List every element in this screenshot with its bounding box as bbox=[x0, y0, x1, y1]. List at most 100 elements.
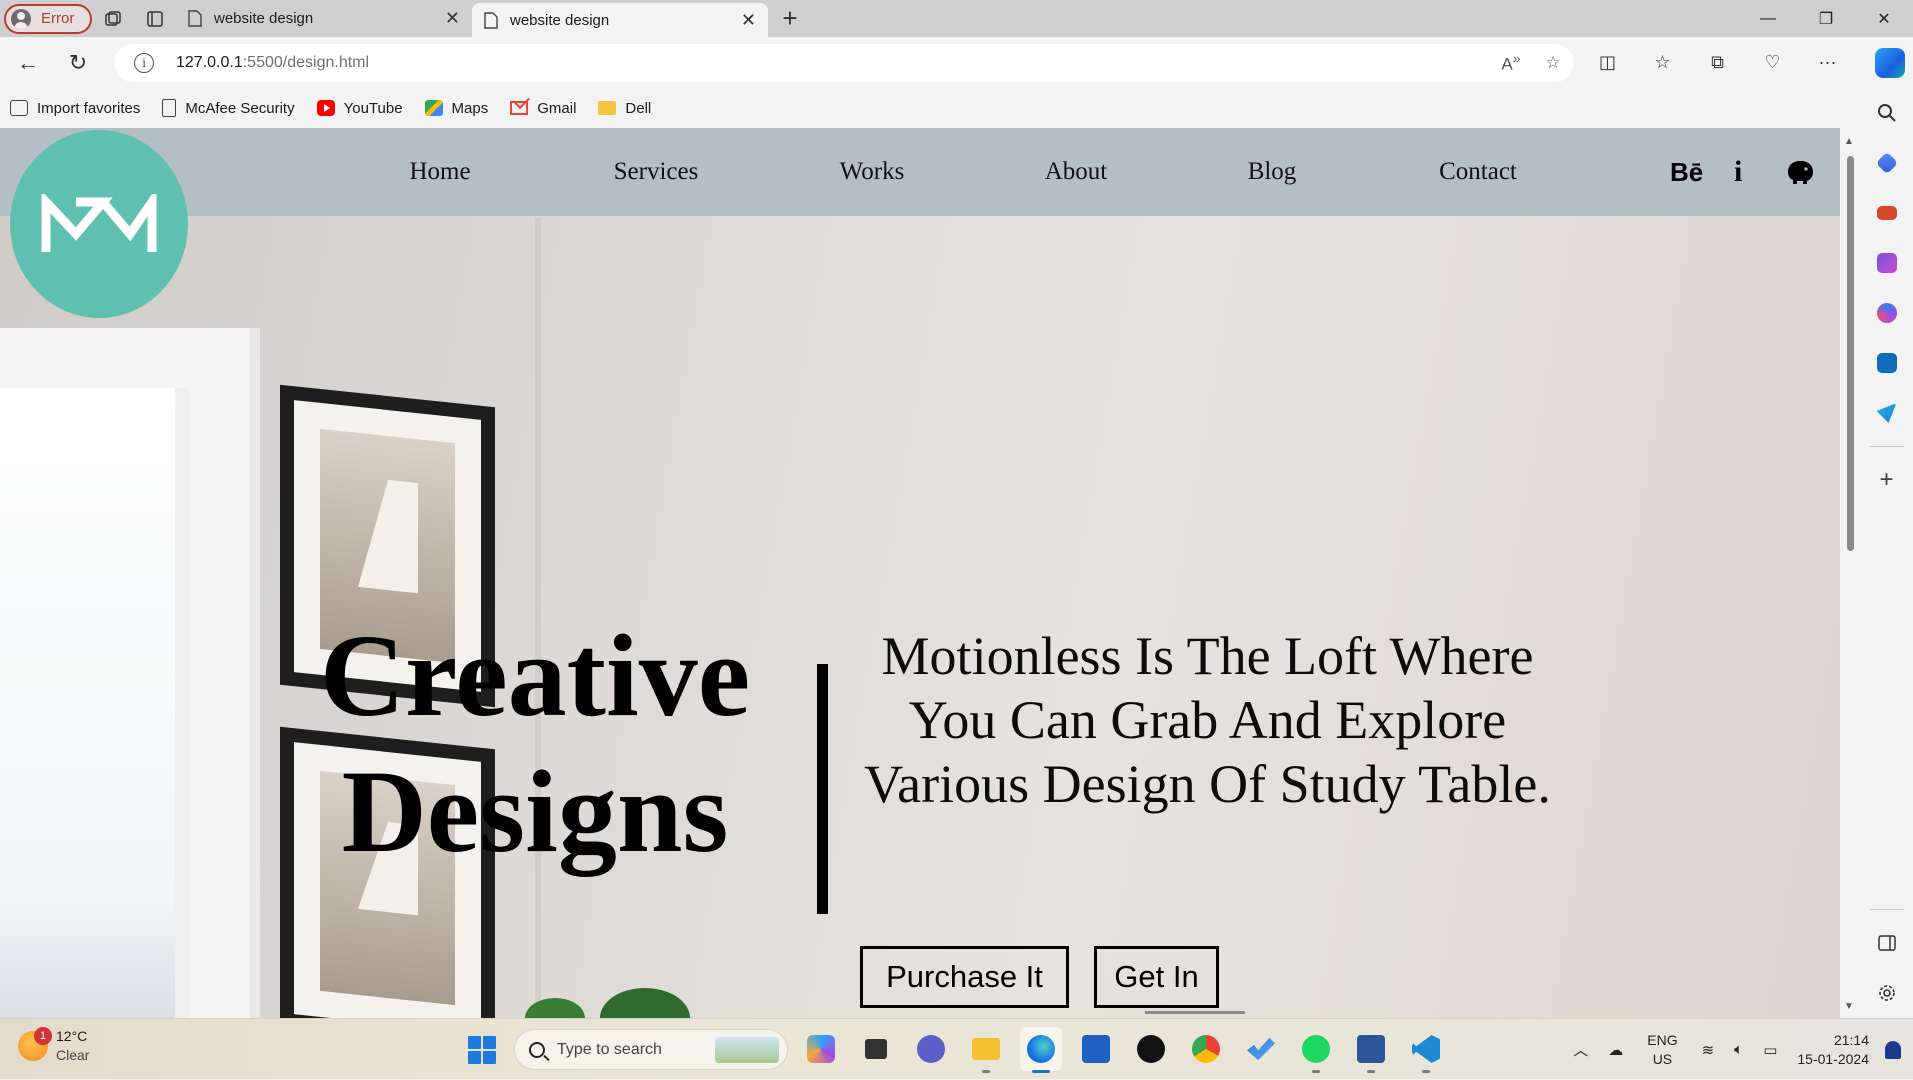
site-logo[interactable] bbox=[10, 130, 188, 318]
maximize-button[interactable]: ❐ bbox=[1797, 0, 1855, 37]
search-icon bbox=[529, 1041, 545, 1058]
page-scrollbar[interactable]: ▲ ▼ bbox=[1840, 128, 1860, 1018]
word-icon[interactable] bbox=[1350, 1027, 1392, 1073]
sidebar-search-icon[interactable] bbox=[1860, 88, 1913, 138]
sidebar-games-icon[interactable] bbox=[1860, 238, 1913, 288]
weather-sun-icon: 1 bbox=[18, 1027, 52, 1061]
task-view-icon[interactable] bbox=[855, 1027, 897, 1071]
maps-icon bbox=[424, 100, 443, 116]
windows-start-icon[interactable] bbox=[468, 1036, 496, 1064]
tab-website-design-1[interactable]: website design ✕ bbox=[176, 0, 472, 37]
battery-icon[interactable]: ▭ bbox=[1753, 1041, 1787, 1059]
taskbar-search[interactable]: Type to search bbox=[514, 1029, 788, 1070]
page-icon bbox=[484, 11, 498, 29]
close-window-button[interactable]: ✕ bbox=[1855, 0, 1913, 37]
scrollbar-thumb[interactable] bbox=[1847, 156, 1854, 551]
nav-services[interactable]: Services bbox=[588, 158, 724, 186]
hide-sidebar-icon[interactable] bbox=[1860, 918, 1913, 968]
behance-icon[interactable]: Bē bbox=[1670, 157, 1703, 188]
site-info-icon[interactable]: i bbox=[134, 52, 154, 73]
scroll-up-icon[interactable]: ▲ bbox=[1844, 136, 1854, 147]
profile-label: Error bbox=[41, 10, 75, 27]
microsoft-store-icon[interactable] bbox=[1075, 1027, 1117, 1071]
sidebar-add-icon[interactable]: + bbox=[1860, 455, 1913, 505]
split-screen-icon[interactable]: ◫ bbox=[1580, 43, 1635, 83]
favorite-star-icon[interactable]: ☆ bbox=[1532, 53, 1574, 73]
favorites-icon[interactable]: ☆ bbox=[1635, 43, 1690, 83]
address-bar[interactable]: i 127.0.0.1:5500/design.html A» ☆ bbox=[114, 43, 1574, 82]
nav-blog[interactable]: Blog bbox=[1204, 158, 1340, 186]
refresh-icon[interactable]: ↻ bbox=[56, 43, 100, 83]
nav-contact[interactable]: Contact bbox=[1410, 158, 1546, 186]
show-hidden-icons-chevron-icon[interactable]: ︿ bbox=[1563, 1039, 1598, 1060]
page-icon bbox=[162, 99, 177, 117]
url-text[interactable]: 127.0.0.1:5500/design.html bbox=[176, 54, 1490, 72]
hero-divider bbox=[817, 664, 828, 914]
settings-gear-icon[interactable] bbox=[1860, 968, 1913, 1018]
close-tab-icon[interactable]: ✕ bbox=[445, 8, 460, 29]
favorite-mcafee[interactable]: McAfee Security bbox=[162, 99, 295, 117]
weather-condition: Clear bbox=[56, 1047, 90, 1063]
onedrive-sync-icon[interactable]: ☁ bbox=[1598, 1041, 1633, 1059]
hero-title: Creative Designs bbox=[300, 608, 770, 880]
teams-chat-icon[interactable] bbox=[910, 1027, 952, 1071]
nav-works[interactable]: Works bbox=[804, 158, 940, 186]
info-icon[interactable]: i bbox=[1734, 155, 1742, 189]
chrome-icon[interactable] bbox=[1185, 1027, 1227, 1071]
todo-icon[interactable] bbox=[1240, 1027, 1282, 1071]
notification-bell-icon[interactable] bbox=[1885, 1040, 1901, 1059]
clock[interactable]: 21:14 15-01-2024 bbox=[1787, 1031, 1881, 1069]
favorite-import[interactable]: Import favorites bbox=[10, 100, 140, 117]
sidebar-shopping-icon[interactable] bbox=[1860, 138, 1913, 188]
profile-button[interactable]: Error bbox=[4, 3, 92, 34]
scroll-down-icon[interactable]: ▼ bbox=[1844, 1001, 1854, 1012]
search-placeholder: Type to search bbox=[557, 1040, 662, 1058]
weather-widget[interactable]: 1 12°C Clear bbox=[18, 1027, 89, 1065]
nav-about[interactable]: About bbox=[1008, 158, 1144, 186]
file-explorer-icon[interactable] bbox=[965, 1027, 1007, 1073]
collections-icon[interactable]: ⧉ bbox=[1690, 43, 1745, 83]
button-underline bbox=[1145, 1011, 1245, 1014]
edge-browser-icon[interactable] bbox=[1020, 1027, 1062, 1073]
read-aloud-icon[interactable]: A» bbox=[1490, 51, 1532, 75]
spotify-icon[interactable] bbox=[1295, 1027, 1337, 1073]
vscode-icon[interactable] bbox=[1405, 1027, 1447, 1073]
site-nav: Home Services Works About Blog Contact bbox=[372, 128, 1546, 216]
language-indicator[interactable]: ENG US bbox=[1633, 1031, 1691, 1069]
favorites-bar: Import favorites McAfee Security YouTube… bbox=[0, 88, 1860, 128]
new-tab-button[interactable]: + bbox=[768, 3, 812, 34]
volume-icon[interactable]: 🔈︎ bbox=[1724, 1041, 1753, 1058]
edge-sidebar: + bbox=[1860, 88, 1913, 1018]
sidebar-m365-icon[interactable] bbox=[1860, 288, 1913, 338]
purchase-button[interactable]: Purchase It bbox=[860, 946, 1069, 1008]
notification-badge: 1 bbox=[34, 1027, 52, 1045]
plant-image bbox=[600, 988, 690, 1018]
tab-website-design-2[interactable]: website design ✕ bbox=[472, 3, 768, 37]
workspaces-icon[interactable] bbox=[92, 0, 134, 37]
dell-icon[interactable] bbox=[1130, 1027, 1172, 1071]
more-menu-icon[interactable]: ··· bbox=[1800, 43, 1855, 83]
gmail-icon bbox=[510, 101, 529, 115]
back-arrow-icon[interactable]: ← bbox=[6, 43, 50, 83]
get-in-button[interactable]: Get In bbox=[1094, 946, 1219, 1008]
sidebar-outlook-icon[interactable] bbox=[1860, 338, 1913, 388]
sidebar-send-icon[interactable] bbox=[1860, 388, 1913, 438]
m-logo-icon bbox=[41, 194, 157, 252]
close-tab-icon[interactable]: ✕ bbox=[741, 10, 756, 31]
browser-tab-bar: Error website design ✕ website design ✕ … bbox=[0, 0, 1913, 37]
browser-essentials-icon[interactable]: ♡ bbox=[1745, 43, 1800, 83]
nav-home[interactable]: Home bbox=[372, 158, 508, 186]
evernote-elephant-icon[interactable] bbox=[1784, 158, 1816, 186]
copilot-icon[interactable] bbox=[1875, 48, 1905, 78]
favorite-maps[interactable]: Maps bbox=[424, 100, 488, 117]
tab-actions-icon[interactable] bbox=[134, 0, 176, 37]
sidebar-tools-icon[interactable] bbox=[1860, 188, 1913, 238]
favorite-youtube[interactable]: YouTube bbox=[316, 100, 403, 117]
favorite-dell[interactable]: Dell bbox=[598, 100, 651, 117]
wifi-icon[interactable]: ≋ bbox=[1692, 1041, 1725, 1059]
copilot-app-icon[interactable] bbox=[800, 1027, 842, 1071]
minimize-button[interactable]: — bbox=[1739, 0, 1797, 37]
favorite-gmail[interactable]: Gmail bbox=[510, 100, 576, 117]
sidebar-divider bbox=[1870, 909, 1904, 910]
weather-temp: 12°C bbox=[56, 1028, 88, 1044]
